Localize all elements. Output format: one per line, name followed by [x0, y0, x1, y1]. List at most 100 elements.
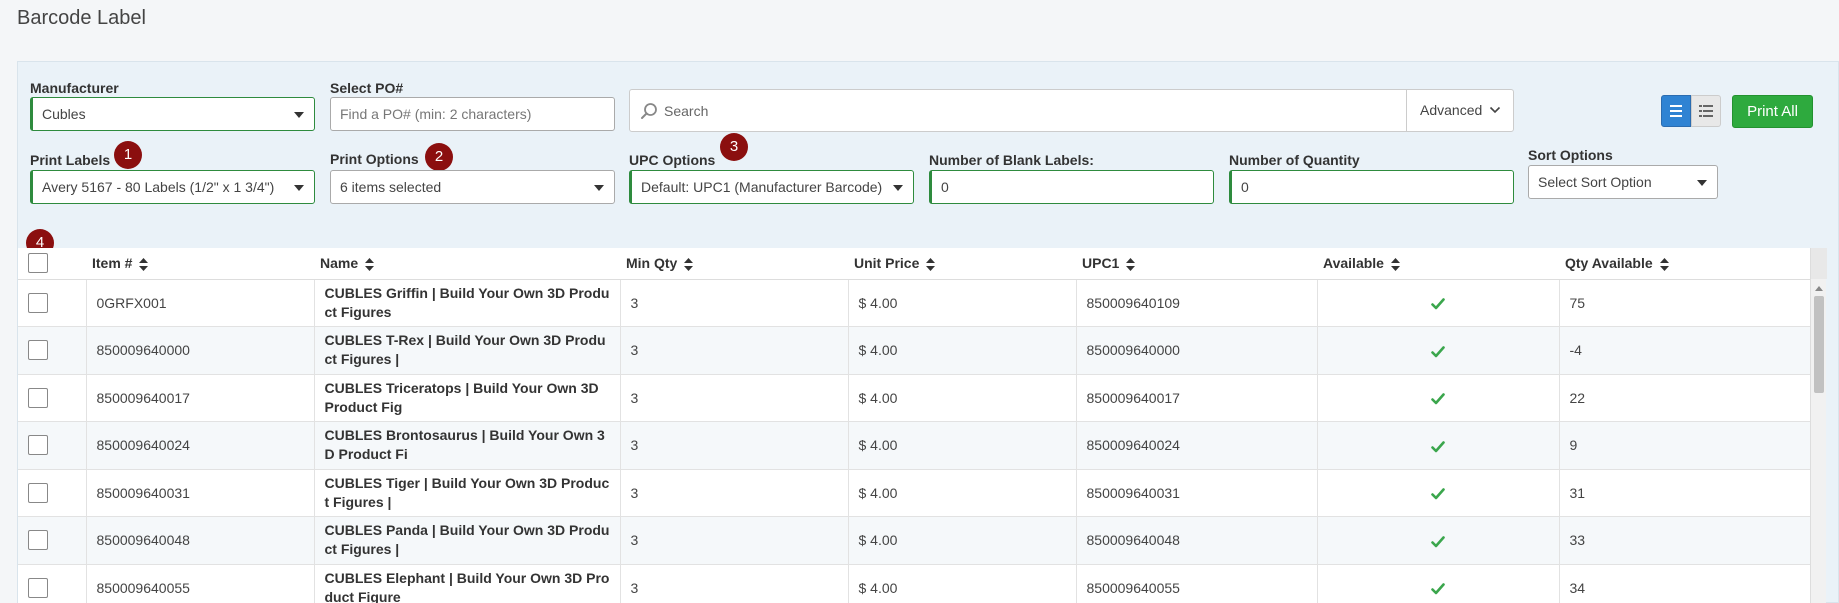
row-checkbox[interactable] — [28, 435, 48, 456]
row-checkbox[interactable] — [28, 292, 48, 313]
table-row[interactable]: 850009640017 CUBLES Triceratops | Build Y… — [18, 374, 1810, 422]
row-select-cell — [18, 469, 87, 517]
upc1-cell: 850009640024 — [1076, 421, 1318, 470]
scroll-up-arrow-icon[interactable] — [1815, 286, 1823, 291]
unit-price-cell: $ 4.00 — [848, 564, 1077, 603]
column-header-item[interactable]: Item # — [86, 248, 314, 280]
item-number-cell: 850009640017 — [86, 374, 315, 422]
item-name-cell: CUBLES Elephant | Build Your Own 3D Prod… — [314, 564, 621, 603]
qty-available-cell: 31 — [1559, 469, 1810, 517]
po-input[interactable] — [330, 97, 615, 131]
print-options-label: Print Options — [330, 151, 419, 167]
available-cell — [1317, 469, 1560, 517]
select-all-checkbox[interactable] — [28, 253, 48, 274]
print-options-select[interactable]: 6 items selected — [330, 170, 615, 204]
column-header-upc1[interactable]: UPC1 — [1076, 248, 1317, 280]
table-row[interactable]: 850009640055 CUBLES Elephant | Build Your… — [18, 564, 1810, 603]
table-row[interactable]: 850009640000 CUBLES T-Rex | Build Your Ow… — [18, 326, 1810, 375]
table-icon — [1699, 105, 1713, 117]
table-body: 0GRFX001 CUBLES Griffin | Build Your Own … — [18, 279, 1810, 603]
po-label: Select PO# — [330, 80, 404, 96]
checkmark-icon — [1431, 535, 1445, 547]
print-all-button[interactable]: Print All — [1732, 95, 1813, 128]
column-header-name[interactable]: Name — [314, 248, 620, 280]
sort-icon — [926, 258, 936, 272]
advanced-search-button[interactable]: Advanced — [1406, 90, 1513, 131]
upc1-cell: 850009640017 — [1076, 374, 1318, 422]
row-checkbox[interactable] — [28, 577, 48, 598]
items-table: Item # Name Min Qty Unit Price UPC1 Avai… — [18, 248, 1810, 603]
quantity-input[interactable] — [1229, 170, 1514, 204]
advanced-label: Advanced — [1420, 102, 1483, 118]
upc1-cell: 850009640055 — [1076, 564, 1318, 603]
page-title: Barcode Label — [17, 7, 146, 29]
search-icon — [641, 103, 657, 119]
row-select-cell — [18, 279, 87, 327]
qty-available-cell: 34 — [1559, 564, 1810, 603]
chevron-down-icon — [1697, 180, 1707, 186]
table-row[interactable]: 850009640031 CUBLES Tiger | Build Your Ow… — [18, 469, 1810, 517]
item-number-cell: 850009640031 — [86, 469, 315, 517]
unit-price-cell: $ 4.00 — [848, 421, 1077, 470]
search-input[interactable] — [664, 96, 1424, 126]
row-checkbox[interactable] — [28, 340, 48, 361]
blank-labels-input[interactable] — [929, 170, 1214, 204]
item-number-cell: 850009640055 — [86, 564, 315, 603]
sort-options-value: Select Sort Option — [1538, 174, 1652, 190]
step-badge-3: 3 — [720, 133, 748, 161]
list-icon — [1670, 105, 1682, 117]
manufacturer-select[interactable]: Cubles — [30, 97, 315, 131]
qty-available-cell: 75 — [1559, 279, 1810, 327]
column-header-unit-price[interactable]: Unit Price — [848, 248, 1076, 280]
upc-options-select[interactable]: Default: UPC1 (Manufacturer Barcode) — [629, 170, 914, 204]
chevron-down-icon — [1489, 106, 1501, 114]
row-checkbox[interactable] — [28, 387, 48, 408]
available-cell — [1317, 326, 1560, 375]
unit-price-cell: $ 4.00 — [848, 516, 1077, 565]
table-row[interactable]: 850009640048 CUBLES Panda | Build Your Ow… — [18, 516, 1810, 565]
available-cell — [1317, 516, 1560, 565]
min-qty-cell: 3 — [620, 326, 849, 375]
column-header-min-qty[interactable]: Min Qty — [620, 248, 848, 280]
min-qty-cell: 3 — [620, 564, 849, 603]
unit-price-cell: $ 4.00 — [848, 469, 1077, 517]
detail-view-button[interactable] — [1691, 95, 1721, 127]
checkmark-icon — [1431, 440, 1445, 452]
item-name-cell: CUBLES Griffin | Build Your Own 3D Produ… — [314, 279, 621, 327]
column-header-available[interactable]: Available — [1317, 248, 1559, 280]
item-number-cell: 850009640024 — [86, 421, 315, 470]
sort-icon — [139, 258, 149, 272]
item-name-cell: CUBLES Brontosaurus | Build Your Own 3D … — [314, 421, 621, 470]
item-number-cell: 850009640048 — [86, 516, 315, 565]
item-name-cell: CUBLES Tiger | Build Your Own 3D Product… — [314, 469, 621, 517]
print-labels-select[interactable]: Avery 5167 - 80 Labels (1/2" x 1 3/4") — [30, 170, 315, 204]
row-checkbox[interactable] — [28, 482, 48, 503]
chevron-down-icon — [893, 185, 903, 191]
manufacturer-value: Cubles — [42, 106, 86, 122]
print-labels-label: Print Labels — [30, 152, 111, 168]
table-row[interactable]: 0GRFX001 CUBLES Griffin | Build Your Own … — [18, 279, 1810, 327]
column-header-qty-available[interactable]: Qty Available — [1559, 248, 1810, 280]
checkmark-icon — [1431, 345, 1445, 357]
qty-available-cell: 9 — [1559, 421, 1810, 470]
sort-options-select[interactable]: Select Sort Option — [1528, 165, 1718, 199]
table-scrollbar[interactable] — [1810, 248, 1827, 603]
upc-options-label: UPC Options — [629, 152, 716, 168]
scrollbar-thumb[interactable] — [1814, 296, 1824, 393]
sort-icon — [1390, 258, 1400, 272]
qty-available-cell: 22 — [1559, 374, 1810, 422]
upc1-cell: 850009640000 — [1076, 326, 1318, 375]
blank-labels-label: Number of Blank Labels: — [929, 152, 1094, 168]
row-select-cell — [18, 564, 87, 603]
sort-options-label: Sort Options — [1528, 147, 1613, 163]
row-checkbox[interactable] — [28, 530, 48, 551]
sort-icon — [684, 258, 694, 272]
print-labels-value: Avery 5167 - 80 Labels (1/2" x 1 3/4") — [42, 179, 275, 195]
chevron-down-icon — [294, 112, 304, 118]
select-all-cell — [18, 248, 86, 280]
item-number-cell: 850009640000 — [86, 326, 315, 375]
checkmark-icon — [1431, 488, 1445, 500]
list-view-button[interactable] — [1661, 95, 1691, 127]
table-row[interactable]: 850009640024 CUBLES Brontosaurus | Build … — [18, 421, 1810, 470]
item-name-cell: CUBLES T-Rex | Build Your Own 3D Product… — [314, 326, 621, 375]
